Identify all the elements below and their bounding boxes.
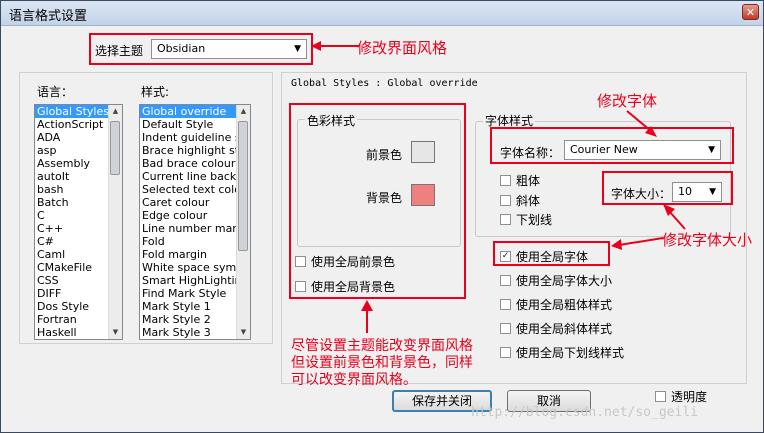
style-configurator-dialog: 语言格式设置 ✕ 选择主题 Obsidian ▼ 修改界面风格 语言： 样式: … — [0, 0, 764, 433]
checkbox-box[interactable] — [500, 195, 511, 206]
watermark: http://blog.csdn.net/so_geili — [471, 405, 698, 420]
transparency-checkbox[interactable]: 透明度 — [655, 388, 707, 405]
style-list-item[interactable]: Default Style — [140, 118, 250, 131]
italic-label: 斜体 — [516, 194, 541, 208]
annotation-theme: 修改界面风格 — [357, 39, 448, 57]
style-list-item[interactable]: Current line backgr — [140, 170, 250, 183]
style-list-item[interactable]: Caret colour — [140, 196, 250, 209]
checkbox-box[interactable] — [500, 275, 511, 286]
annotation-arrow-font — [626, 110, 657, 137]
style-list-item[interactable]: Line number margin — [140, 222, 250, 235]
style-label: 样式: — [141, 85, 170, 99]
language-list-scrollbar[interactable]: ▲ ▼ — [108, 105, 122, 339]
scroll-up-icon[interactable]: ▲ — [237, 105, 250, 118]
style-list-item[interactable]: Fold — [140, 235, 250, 248]
underline-label: 下划线 — [516, 213, 553, 227]
scroll-thumb[interactable] — [110, 121, 120, 175]
style-list-item[interactable]: Brace highlight style — [140, 144, 250, 157]
style-list-item[interactable]: Indent guideline sty — [140, 131, 250, 144]
annotation-arrow-global-font — [611, 237, 664, 250]
checkbox-box[interactable] — [500, 175, 511, 186]
bold-label: 粗体 — [516, 174, 541, 188]
annotation-arrow-theme — [311, 41, 359, 51]
global-option-label: 使用全局字体大小 — [516, 274, 613, 288]
checkbox-box[interactable] — [500, 347, 511, 358]
global-option-label: 使用全局粗体样式 — [516, 298, 613, 312]
scroll-thumb[interactable] — [238, 121, 248, 251]
style-list-item[interactable]: Mark Style 2 — [140, 313, 250, 326]
bold-checkbox[interactable]: 粗体 — [500, 172, 540, 189]
style-list-item[interactable]: Edge colour — [140, 209, 250, 222]
style-list-scrollbar[interactable]: ▲ ▼ — [236, 105, 250, 339]
style-list[interactable]: Global override Default Style Indent guide… — [139, 104, 251, 340]
global-font-highlight-box — [493, 241, 610, 266]
style-list-item[interactable]: White space symbo — [140, 261, 250, 274]
title-bar[interactable]: 语言格式设置 ✕ — [1, 1, 763, 26]
checkbox-box[interactable] — [500, 214, 511, 225]
annotation-font: 修改字体 — [597, 92, 658, 110]
close-button[interactable]: ✕ — [742, 4, 759, 20]
close-icon: ✕ — [745, 6, 756, 19]
theme-highlight-box — [89, 33, 313, 65]
global-option-label: 使用全局下划线样式 — [516, 346, 625, 360]
style-list-item[interactable]: Find Mark Style — [140, 287, 250, 300]
global-option-checkbox[interactable]: 使用全局下划线样式 — [500, 344, 624, 361]
font-name-highlight-box — [490, 127, 734, 164]
checkbox-box[interactable] — [500, 299, 511, 310]
scroll-down-icon[interactable]: ▼ — [237, 326, 250, 339]
breadcrumb: Global Styles : Global override — [291, 78, 478, 89]
global-option-checkbox[interactable]: 使用全局斜体样式 — [500, 320, 612, 337]
style-list-item[interactable]: Selected text colou — [140, 183, 250, 196]
language-label: 语言： — [37, 85, 74, 99]
global-option-label: 使用全局斜体样式 — [516, 322, 613, 336]
scroll-down-icon[interactable]: ▼ — [109, 326, 122, 339]
checkbox-box[interactable] — [655, 391, 666, 402]
style-list-item[interactable]: Fold margin — [140, 248, 250, 261]
scroll-up-icon[interactable]: ▲ — [109, 105, 122, 118]
underline-checkbox[interactable]: 下划线 — [500, 211, 552, 228]
annotation-arrow-note — [361, 300, 373, 333]
style-list-item[interactable]: Mark Style 3 — [140, 326, 250, 339]
annotation-note-line3: 可以改变界面风格。 — [291, 372, 417, 388]
checkbox-box[interactable] — [500, 323, 511, 334]
annotation-arrow-size — [663, 204, 686, 230]
italic-checkbox[interactable]: 斜体 — [500, 192, 540, 209]
style-list-item[interactable]: Bad brace colour — [140, 157, 250, 170]
color-highlight-box — [289, 103, 466, 299]
transparency-label: 透明度 — [671, 390, 708, 404]
font-size-highlight-box — [602, 171, 733, 205]
style-list-item[interactable]: Mark Style 1 — [140, 300, 250, 313]
language-list[interactable]: Global Styles ActionScript ADA asp Assembly a… — [34, 104, 123, 340]
global-option-checkbox[interactable]: 使用全局字体大小 — [500, 272, 612, 289]
style-list-item[interactable]: Smart HighLighting — [140, 274, 250, 287]
window-title: 语言格式设置 — [9, 9, 88, 24]
global-option-checkbox[interactable]: 使用全局粗体样式 — [500, 296, 612, 313]
style-list-item[interactable]: Global override — [140, 105, 250, 118]
